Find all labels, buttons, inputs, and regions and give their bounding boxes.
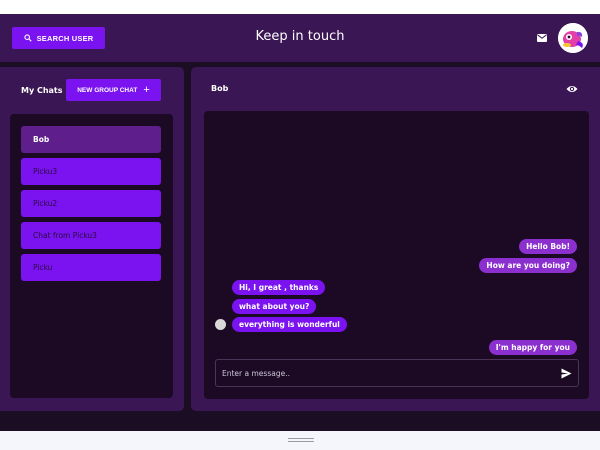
- mail-icon[interactable]: [537, 34, 547, 42]
- bottom-bar: [0, 431, 600, 450]
- chat-list-item-label: Chat from Picku3: [33, 231, 97, 240]
- send-icon[interactable]: [561, 368, 572, 379]
- chat-list-item-picku[interactable]: Picku: [21, 254, 161, 281]
- chats-sidebar: My Chats NEW GROUP CHAT + Bob Picku3 Pic…: [0, 67, 184, 411]
- chat-list-item-label: Bob: [33, 135, 50, 144]
- chat-list-item-label: Picku2: [33, 199, 58, 208]
- new-group-chat-label: NEW GROUP CHAT: [77, 86, 138, 94]
- app-title: Keep in touch: [255, 29, 345, 44]
- chat-list-item-picku2[interactable]: Picku2: [21, 190, 161, 217]
- chat-list-item-picku3[interactable]: Picku3: [21, 158, 161, 185]
- message-bubble-sent: Hello Bob!: [519, 239, 577, 254]
- message-input[interactable]: [222, 365, 552, 381]
- user-avatar[interactable]: [558, 23, 588, 53]
- chat-title: Bob: [211, 84, 229, 93]
- plus-icon: +: [143, 83, 150, 96]
- chat-list-item-chat-from-picku3[interactable]: Chat from Picku3: [21, 222, 161, 249]
- message-bubble-received: everything is wonderful: [232, 317, 347, 332]
- message-bubble-sent: I'm happy for you: [488, 340, 577, 355]
- avatar-image-icon: [558, 23, 588, 53]
- sender-avatar[interactable]: [215, 319, 226, 330]
- message-bubble-sent: How are you doing?: [479, 258, 577, 273]
- chat-panel: Bob Hello Bob! How are you doing? Hi, I …: [191, 67, 600, 411]
- message-bubble-received: Hi, I great , thanks: [232, 280, 326, 295]
- chat-list: Bob Picku3 Picku2 Chat from Picku3 Picku: [10, 114, 173, 398]
- chat-list-item-label: Picku: [33, 263, 53, 272]
- messages-area[interactable]: Hello Bob! How are you doing? Hi, I grea…: [204, 111, 589, 399]
- message-input-container: [215, 359, 579, 387]
- my-chats-heading: My Chats: [21, 86, 63, 95]
- chat-list-item-label: Picku3: [33, 167, 58, 176]
- new-group-chat-button[interactable]: NEW GROUP CHAT +: [66, 79, 161, 101]
- chat-list-item-bob[interactable]: Bob: [21, 126, 161, 153]
- eye-icon[interactable]: [566, 84, 578, 94]
- top-strip: [0, 0, 600, 14]
- message-bubble-received: what about you?: [232, 299, 317, 314]
- app-header: SEARCH USER Keep in touch: [0, 14, 600, 62]
- drag-handle-icon[interactable]: [288, 438, 314, 443]
